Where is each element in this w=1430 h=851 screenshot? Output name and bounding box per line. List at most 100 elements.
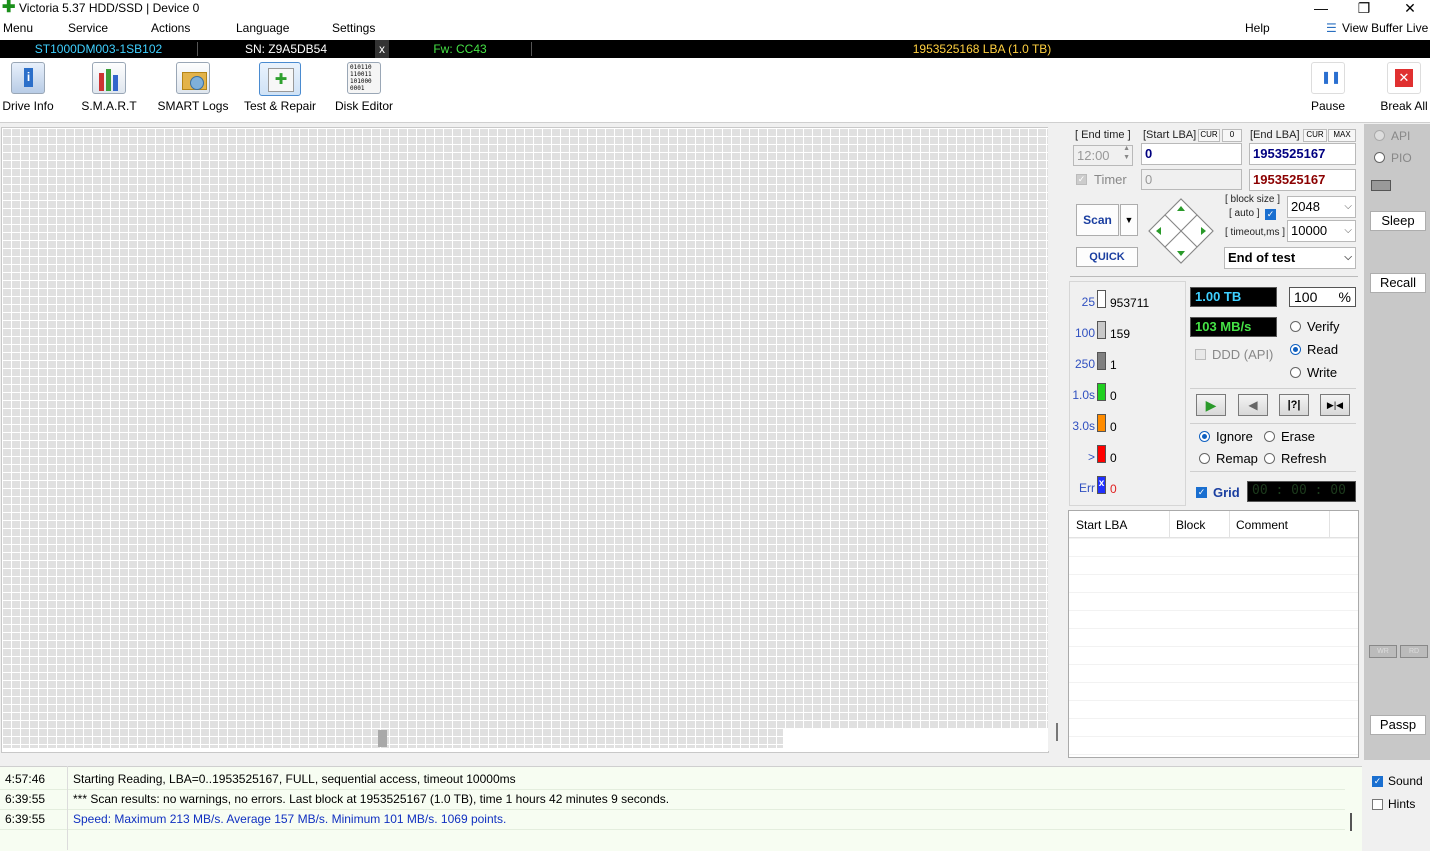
log-row[interactable]: 4:57:46 Starting Reading, LBA=0..19535251… bbox=[0, 769, 1345, 790]
log-row[interactable]: 6:39:55 *** Scan results: no warnings, no… bbox=[0, 789, 1345, 810]
write-radio[interactable] bbox=[1290, 367, 1301, 378]
minimize-icon[interactable]: — bbox=[1298, 0, 1344, 18]
menu-menu[interactable]: Menu bbox=[3, 21, 33, 35]
stat-value: 953711 bbox=[1110, 296, 1150, 310]
col-block[interactable]: Block bbox=[1176, 518, 1205, 532]
end-lba-input[interactable]: 1953525167 bbox=[1249, 143, 1356, 165]
break-all-label: Break All bbox=[1380, 99, 1428, 113]
menu-help[interactable]: Help bbox=[1245, 21, 1270, 35]
block-size-label: [ block size ] bbox=[1225, 194, 1281, 205]
buffer-icon: ☰ bbox=[1326, 21, 1337, 35]
folder-icon bbox=[176, 62, 210, 94]
hints-checkbox[interactable] bbox=[1372, 799, 1383, 810]
api-label: API bbox=[1391, 129, 1411, 143]
timeout-select[interactable]: 10000 ⌵ bbox=[1287, 220, 1356, 242]
skip-button[interactable]: |?| bbox=[1279, 394, 1309, 416]
disk-editor-button[interactable]: 010110 110011 101000 0001 Disk Editor bbox=[333, 62, 395, 113]
api-radio[interactable] bbox=[1374, 130, 1385, 141]
map-scroll-thumb[interactable] bbox=[1056, 723, 1058, 741]
end-of-test-select[interactable]: End of test ⌵ bbox=[1224, 247, 1356, 269]
stat-label: 1.0s bbox=[1072, 388, 1095, 402]
smart-logs-button[interactable]: SMART Logs bbox=[157, 62, 229, 113]
ignore-radio[interactable] bbox=[1199, 431, 1210, 442]
stat-label: Err bbox=[1079, 481, 1095, 495]
direction-pad[interactable] bbox=[1148, 198, 1214, 264]
scanned-size-display: 1.00 TB bbox=[1190, 287, 1277, 307]
smart-button[interactable]: S.M.A.R.T bbox=[79, 62, 139, 113]
play-button[interactable]: ▶ bbox=[1196, 394, 1226, 416]
menu-language[interactable]: Language bbox=[236, 21, 289, 35]
auto-label: [ auto ] bbox=[1229, 208, 1260, 219]
pio-label: PIO bbox=[1391, 151, 1412, 165]
ddd-checkbox[interactable] bbox=[1195, 349, 1206, 360]
recall-button[interactable]: Recall bbox=[1370, 273, 1426, 293]
log-message: *** Scan results: no warnings, no errors… bbox=[73, 792, 670, 806]
pio-radio[interactable] bbox=[1374, 152, 1385, 163]
end-button[interactable]: ▶|◀ bbox=[1320, 394, 1350, 416]
start-lba-cur-button[interactable]: CUR bbox=[1198, 129, 1220, 142]
col-start-lba[interactable]: Start LBA bbox=[1076, 518, 1127, 532]
block-size-select[interactable]: 2048 ⌵ bbox=[1287, 196, 1356, 218]
stat-value: 0 bbox=[1110, 420, 1117, 434]
log-row[interactable]: 6:39:55 Speed: Maximum 213 MB/s. Average … bbox=[0, 809, 1345, 830]
drive-close-button[interactable]: x bbox=[375, 40, 389, 58]
stat-value: 1 bbox=[1110, 358, 1117, 372]
current-block-marker bbox=[378, 730, 387, 747]
rewind-button[interactable]: ◀ bbox=[1238, 394, 1268, 416]
pause-button[interactable]: ❚❚ Pause bbox=[1306, 62, 1350, 113]
direction-pad-icon[interactable] bbox=[1148, 198, 1214, 264]
col-sep bbox=[1229, 511, 1230, 537]
close-icon[interactable]: ✕ bbox=[1387, 0, 1430, 18]
block-grid bbox=[2, 128, 1048, 728]
remap-radio[interactable] bbox=[1199, 453, 1210, 464]
refresh-radio[interactable] bbox=[1264, 453, 1275, 464]
stat-label: 100 bbox=[1074, 326, 1095, 340]
col-comment[interactable]: Comment bbox=[1236, 518, 1288, 532]
erase-radio[interactable] bbox=[1264, 431, 1275, 442]
sleep-button[interactable]: Sleep bbox=[1370, 211, 1426, 231]
rd-indicator: RD bbox=[1400, 645, 1428, 658]
smart-chart-icon bbox=[92, 62, 126, 94]
end-time-input[interactable]: 12:00 ▲ ▼ bbox=[1073, 145, 1133, 166]
drive-model[interactable]: ST1000DM003-1SB102 bbox=[0, 40, 197, 58]
grid-label: Grid bbox=[1213, 485, 1240, 500]
sound-checkbox[interactable]: ✓ bbox=[1372, 776, 1383, 787]
drive-bar: ST1000DM003-1SB102 SN: Z9A5DB54 x Fw: CC… bbox=[0, 40, 1430, 58]
test-repair-button[interactable]: ✚ Test & Repair bbox=[241, 62, 319, 113]
info-icon: i bbox=[11, 62, 45, 94]
menu-actions[interactable]: Actions bbox=[151, 21, 190, 35]
table-header: Start LBA Block Comment bbox=[1069, 511, 1358, 538]
start-lba-cur-value: 0 bbox=[1222, 129, 1242, 142]
log-message: Starting Reading, LBA=0..1953525167, FUL… bbox=[73, 772, 516, 786]
verify-radio[interactable] bbox=[1290, 321, 1301, 332]
drive-serial: SN: Z9A5DB54 bbox=[244, 42, 328, 56]
drive-info-button[interactable]: i Drive Info bbox=[0, 62, 56, 113]
menu-settings[interactable]: Settings bbox=[332, 21, 375, 35]
menu-service[interactable]: Service bbox=[68, 21, 108, 35]
divider bbox=[1190, 388, 1356, 389]
quick-button[interactable]: QUICK bbox=[1076, 247, 1138, 267]
passp-button[interactable]: Passp bbox=[1370, 715, 1426, 735]
timer-input[interactable]: 0 bbox=[1141, 169, 1242, 190]
read-radio[interactable] bbox=[1290, 344, 1301, 355]
end-lba-max-button[interactable]: MAX bbox=[1328, 129, 1356, 142]
view-buffer-live[interactable]: View Buffer Live bbox=[1342, 21, 1428, 35]
log-column-divider bbox=[67, 766, 68, 850]
scan-button[interactable]: Scan bbox=[1076, 204, 1119, 236]
spinner-icon[interactable]: ▲ ▼ bbox=[1123, 144, 1130, 162]
auto-checkbox[interactable]: ✓ bbox=[1265, 209, 1276, 220]
log-time: 4:57:46 bbox=[5, 772, 46, 786]
pause-label: Pause bbox=[1310, 99, 1346, 113]
grid-checkbox[interactable]: ✓ bbox=[1196, 487, 1207, 498]
break-icon: ✕ bbox=[1387, 62, 1421, 94]
start-lba-input[interactable]: 0 bbox=[1141, 143, 1242, 165]
break-all-button[interactable]: ✕ Break All bbox=[1378, 62, 1430, 113]
timer-checkbox[interactable]: ✓ bbox=[1076, 174, 1087, 185]
end-lba-cur-button[interactable]: CUR bbox=[1303, 129, 1327, 142]
timer-label: Timer bbox=[1094, 172, 1127, 187]
verify-label: Verify bbox=[1307, 319, 1340, 334]
map-scrollbar[interactable] bbox=[1048, 127, 1066, 751]
scan-dropdown-button[interactable]: ▼ bbox=[1120, 204, 1138, 236]
maximize-icon[interactable]: ❐ bbox=[1341, 0, 1387, 18]
log-scroll-thumb[interactable] bbox=[1350, 813, 1352, 831]
